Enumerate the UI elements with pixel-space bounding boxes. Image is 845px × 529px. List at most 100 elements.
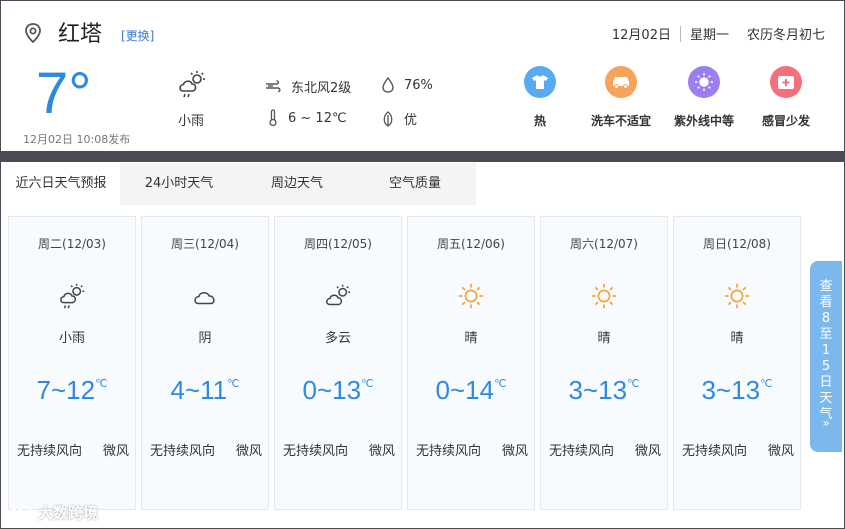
tab-air-quality[interactable]: 空气质量 <box>356 163 474 205</box>
current-temperature: 7° <box>36 61 92 126</box>
double-chevron-right-icon: » <box>822 416 830 430</box>
watermark-logo-icon <box>9 503 32 520</box>
air-quality-info: 优 <box>382 109 417 128</box>
day-date: 周三(12/04) <box>171 237 239 251</box>
day-date: 周四(12/05) <box>304 237 372 251</box>
temp-unit: ℃ <box>227 378 240 390</box>
wind-level: 微风 <box>102 444 129 459</box>
watermark: 大数跨境 <box>8 502 98 523</box>
day-date: 周二(12/03) <box>38 237 106 251</box>
index-circle <box>605 66 637 98</box>
header-divider-band <box>0 151 845 162</box>
wind-level: 微风 <box>767 444 794 459</box>
day-condition: 晴 <box>597 331 611 346</box>
uv-icon <box>695 73 713 91</box>
index-circle <box>524 66 556 98</box>
wind-direction: 无持续风向 <box>549 444 615 459</box>
weekday: 星期一 <box>689 28 729 43</box>
humidity-value: 76% <box>404 77 433 93</box>
day-temp-range: 7~12℃ <box>9 375 135 406</box>
cloud-icon <box>194 291 215 305</box>
day-condition: 阴 <box>198 331 212 346</box>
wind-level: 微风 <box>368 444 395 459</box>
wind-direction: 无持续风向 <box>17 444 83 459</box>
temp-range-text: 0~14 <box>435 375 495 405</box>
index-label: 紫外线中等 <box>673 114 734 128</box>
medkit-icon <box>778 76 794 89</box>
wind-direction: 无持续风向 <box>682 444 748 459</box>
temp-range-info: 6 ~ 12℃ <box>268 109 347 127</box>
day-temp-range: 4~11℃ <box>142 375 268 406</box>
tab-six-day-forecast[interactable]: 近六日天气预报 <box>2 163 120 205</box>
temp-unit: ℃ <box>361 378 374 390</box>
water-drop-icon <box>382 77 394 93</box>
location-pin-icon <box>25 23 41 44</box>
forecast-tabs: 近六日天气预报 24小时天气 周边天气 空气质量 <box>2 163 843 205</box>
day-card: 周日(12/08) 晴 3~13℃ 无持续风向 微风 <box>673 216 801 510</box>
view-8-15-day-button[interactable]: 查看8至15日天气 » <box>810 261 842 452</box>
temp-range-text: 3~13 <box>701 375 761 405</box>
temp-range-text: 0~13 <box>302 375 362 405</box>
day-card: 周五(12/06) 晴 0~14℃ 无持续风向 微风 <box>407 216 535 510</box>
day-condition: 小雨 <box>58 331 85 346</box>
light-rain-icon <box>179 71 205 98</box>
sun-icon <box>458 283 484 309</box>
tab-24-hour[interactable]: 24小时天气 <box>120 163 238 205</box>
index-circle <box>770 66 802 98</box>
day-card: 周三(12/04) 阴 4~11℃ 无持续风向 微风 <box>141 216 269 510</box>
air-quality-value: 优 <box>404 113 418 128</box>
wind-level: 微风 <box>634 444 661 459</box>
publish-time: 12月02日 10:08发布 <box>23 133 131 146</box>
day-date: 周五(12/06) <box>437 237 505 251</box>
temp-unit: ℃ <box>627 378 640 390</box>
light-rain-icon <box>60 283 85 309</box>
shirt-icon <box>532 75 548 89</box>
wind-value: 东北风2级 <box>291 81 352 96</box>
wind-info: 东北风2级 <box>265 77 351 96</box>
temp-unit: ℃ <box>494 378 507 390</box>
temp-range-text: 7~12 <box>36 375 96 405</box>
day-card: 周四(12/05) 多云 0~13℃ 无持续风向 微风 <box>274 216 402 510</box>
change-city-link[interactable]: [更换] <box>121 27 154 44</box>
temp-unit: ℃ <box>95 378 108 390</box>
side-button-label: 查看8至15日天气 <box>819 279 833 422</box>
day-temp-range: 3~13℃ <box>541 375 667 406</box>
day-date: 周六(12/07) <box>570 237 638 251</box>
car-icon <box>613 77 629 89</box>
day-card: 周二(12/03) 小雨 7~12℃ 无持续风向 微风 <box>8 216 136 510</box>
day-temp-range: 0~13℃ <box>275 375 401 406</box>
index-item-carwash[interactable]: 洗车不适宜 <box>586 66 656 129</box>
day-temp-range: 0~14℃ <box>408 375 534 406</box>
index-item-cold[interactable]: 感冒少发 <box>751 66 821 129</box>
day-date: 周日(12/08) <box>703 237 771 251</box>
wind-direction: 无持续风向 <box>416 444 482 459</box>
wind-direction: 无持续风向 <box>283 444 349 459</box>
day-condition: 多云 <box>324 331 351 346</box>
city-name: 红塔 <box>58 22 103 47</box>
current-date: 12月02日 <box>611 28 671 43</box>
index-circle <box>688 66 720 98</box>
date-info: 12月02日 星期一 农历冬月初七 <box>612 24 825 43</box>
index-label: 感冒少发 <box>761 114 810 128</box>
leaf-icon <box>383 110 393 127</box>
lunar-date: 农历冬月初七 <box>746 28 825 43</box>
tab-nearby-weather[interactable]: 周边天气 <box>238 163 356 205</box>
partly-cloudy-icon <box>326 284 351 306</box>
current-condition: 小雨 <box>178 114 205 129</box>
day-condition: 晴 <box>730 331 744 346</box>
temp-unit: ℃ <box>760 378 773 390</box>
wind-direction: 无持续风向 <box>150 444 216 459</box>
index-item-clothing[interactable]: 热 <box>505 66 575 129</box>
tabs-filler <box>476 163 843 205</box>
humidity-info: 76% <box>382 77 433 93</box>
watermark-text: 大数跨境 <box>38 504 99 522</box>
wind-level: 微风 <box>501 444 528 459</box>
temp-range-text: 4~11 <box>170 375 228 405</box>
day-temp-range: 3~13℃ <box>674 375 800 406</box>
divider <box>679 25 681 42</box>
index-item-uv[interactable]: 紫外线中等 <box>669 66 739 129</box>
temp-range-value: 6 ~ 12℃ <box>288 110 347 126</box>
day-condition: 晴 <box>464 331 478 346</box>
day-card: 周六(12/07) 晴 3~13℃ 无持续风向 微风 <box>540 216 668 510</box>
index-label: 洗车不适宜 <box>590 114 651 128</box>
